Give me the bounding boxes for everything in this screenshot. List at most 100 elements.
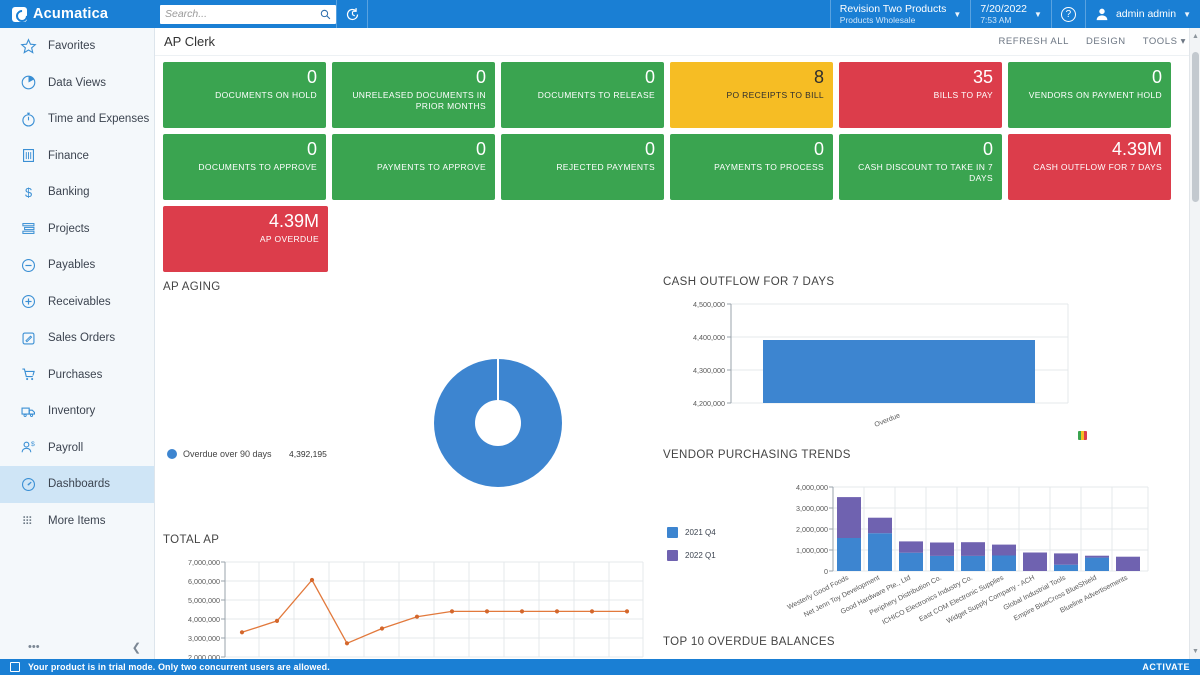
sidebar-item-banking[interactable]: $ Banking	[0, 174, 154, 211]
page-title: AP Clerk	[164, 34, 215, 49]
clock-refresh-icon	[345, 7, 360, 22]
kpi-tile-documents-to-release[interactable]: 0 DOCUMENTS TO RELEASE	[501, 62, 664, 128]
sidebar-item-label: Inventory	[48, 405, 95, 417]
sidebar-item-label: Data Views	[48, 77, 106, 89]
y-tick-label: 3,000,000	[796, 504, 828, 513]
bar-group-east-com-electronic[interactable]	[992, 545, 1016, 571]
bar-overdue[interactable]	[763, 340, 1035, 403]
scroll-up-icon[interactable]: ▲	[1190, 30, 1200, 42]
company-name: Revision Two Products	[840, 3, 947, 15]
kpi-tile-payments-to-process[interactable]: 0 PAYMENTS TO PROCESS	[670, 134, 833, 200]
ap-aging-chart[interactable]: Overdue over 90 days 4,392,195	[163, 293, 663, 518]
kpi-label: UNRELEASED DOCUMENTS IN PRIOR MONTHS	[341, 90, 486, 112]
kpi-label: BILLS TO PAY	[848, 90, 993, 101]
sidebar-item-time-and-expenses[interactable]: Time and Expenses	[0, 101, 154, 138]
sidebar-item-inventory[interactable]: Inventory	[0, 393, 154, 430]
refresh-all-button[interactable]: REFRESH ALL	[998, 36, 1068, 47]
cash-outflow-chart[interactable]: 4,500,000 4,400,000 4,300,000 4,200,000 …	[663, 296, 1078, 441]
sidebar-item-receivables[interactable]: Receivables	[0, 284, 154, 321]
bar-group-net-jenn-toy-development[interactable]	[868, 518, 892, 571]
help-button[interactable]: ?	[1052, 0, 1085, 28]
legend-swatch	[667, 527, 678, 538]
y-tick-label: 6,000,000	[188, 577, 220, 586]
sidebar-item-sales-orders[interactable]: Sales Orders	[0, 320, 154, 357]
page-toolbar: REFRESH ALL DESIGN TOOLS ▾	[998, 36, 1186, 47]
scrollbar-thumb[interactable]	[1192, 52, 1199, 202]
layers-icon	[20, 220, 37, 237]
bar-group-ichico-electronics[interactable]	[961, 542, 985, 571]
bar-group-widget-supply-company[interactable]	[1023, 553, 1047, 572]
kpi-value: 0	[510, 66, 655, 89]
bar-group-global-industrial-tools[interactable]	[1054, 553, 1078, 571]
donut-chart[interactable]	[434, 359, 562, 487]
kpi-tile-unreleased-documents-prior-months[interactable]: 0 UNRELEASED DOCUMENTS IN PRIOR MONTHS	[332, 62, 495, 128]
search-input[interactable]	[165, 8, 320, 20]
y-tick-label: 1,000,000	[796, 546, 828, 555]
sidebar-item-purchases[interactable]: Purchases	[0, 357, 154, 394]
bar-group-good-hardware[interactable]	[899, 541, 923, 571]
kpi-tile-bills-to-pay[interactable]: 35 BILLS TO PAY	[839, 62, 1002, 128]
legend-label: 2022 Q1	[685, 551, 716, 560]
design-button[interactable]: DESIGN	[1086, 36, 1126, 47]
widget-title: CASH OUTFLOW FOR 7 DAYS	[663, 276, 1093, 288]
sidebar-item-favorites[interactable]: Favorites	[0, 28, 154, 65]
sidebar-item-label: Banking	[48, 186, 90, 198]
bar-group-westerly-good-foods[interactable]	[837, 497, 861, 571]
chart-type-icon[interactable]	[1078, 431, 1087, 440]
company-selector[interactable]: Revision Two Products Products Wholesale…	[831, 0, 971, 28]
sidebar-item-payroll[interactable]: $ Payroll	[0, 430, 154, 467]
tools-menu-button[interactable]: TOOLS ▾	[1143, 36, 1186, 47]
sidebar-item-dashboards[interactable]: Dashboards	[0, 466, 154, 503]
divider	[367, 0, 368, 28]
kpi-label: PAYMENTS TO PROCESS	[679, 162, 824, 173]
kpi-tile-cash-discount-to-take-in-7-days[interactable]: 0 CASH DISCOUNT TO TAKE IN 7 DAYS	[839, 134, 1002, 200]
legend-entry-2021-q4[interactable]: 2021 Q4	[667, 527, 716, 538]
kpi-tile-vendors-on-payment-hold[interactable]: 0 VENDORS ON PAYMENT HOLD	[1008, 62, 1171, 128]
page-scrollbar[interactable]: ▲ ▼	[1189, 28, 1200, 659]
kpi-tile-documents-to-approve[interactable]: 0 DOCUMENTS TO APPROVE	[163, 134, 326, 200]
brand-logo-area[interactable]: Acumatica	[0, 0, 148, 28]
bar-group-periphery-distribution[interactable]	[930, 543, 954, 572]
sidebar-item-label: Dashboards	[48, 478, 110, 490]
y-tick-label: 2,000,000	[796, 525, 828, 534]
info-icon	[10, 662, 20, 672]
widget-title: TOTAL AP	[163, 534, 663, 546]
kpi-tile-rejected-payments[interactable]: 0 REJECTED PAYMENTS	[501, 134, 664, 200]
sidebar-item-projects[interactable]: Projects	[0, 211, 154, 248]
activate-button[interactable]: ACTIVATE	[1142, 662, 1190, 672]
kpi-tile-cash-outflow-for-7-days[interactable]: 4.39M CASH OUTFLOW FOR 7 DAYS	[1008, 134, 1171, 200]
vendor-trends-chart[interactable]: 4,000,000 3,000,000 2,000,000 1,000,000 …	[663, 475, 1183, 635]
user-icon	[1095, 7, 1109, 21]
sidebar-more-icon[interactable]: •••	[28, 641, 40, 653]
kpi-tile-ap-overdue[interactable]: 4.39M AP OVERDUE	[163, 206, 328, 272]
main-content: AP Clerk REFRESH ALL DESIGN TOOLS ▾ 0 DO…	[155, 28, 1200, 659]
kpi-tile-documents-on-hold[interactable]: 0 DOCUMENTS ON HOLD	[163, 62, 326, 128]
page-header: AP Clerk REFRESH ALL DESIGN TOOLS ▾	[155, 28, 1200, 56]
widget-vendor-trends: VENDOR PURCHASING TRENDS 2021 Q4 2022 Q1	[663, 449, 1183, 634]
person-dollar-icon: $	[20, 439, 37, 456]
chevron-down-icon: ▼	[1034, 10, 1042, 19]
sidebar-item-finance[interactable]: Finance	[0, 138, 154, 175]
legend-entry-2022-q1[interactable]: 2022 Q1	[667, 550, 716, 561]
kpi-value: 0	[172, 138, 317, 161]
total-ap-chart[interactable]: 7,000,000 6,000,000 5,000,000 4,000,000 …	[163, 554, 658, 659]
scroll-down-icon[interactable]: ▼	[1190, 645, 1200, 657]
kpi-tile-payments-to-approve[interactable]: 0 PAYMENTS TO APPROVE	[332, 134, 495, 200]
legend-swatch	[167, 449, 177, 459]
global-search[interactable]	[160, 5, 336, 24]
sidebar-item-data-views[interactable]: Data Views	[0, 65, 154, 102]
kpi-tile-po-receipts-to-bill[interactable]: 8 PO RECEIPTS TO BILL	[670, 62, 833, 128]
search-icon	[320, 9, 331, 20]
kpi-label: PAYMENTS TO APPROVE	[341, 162, 486, 173]
business-date-selector[interactable]: 7/20/2022 7:53 AM ▼	[971, 0, 1051, 28]
recent-history-button[interactable]	[337, 0, 367, 28]
kpi-value: 0	[848, 138, 993, 161]
kpi-value: 35	[848, 66, 993, 89]
kpi-label: AP OVERDUE	[172, 234, 319, 245]
bar-group-blueline-advertisements[interactable]	[1116, 557, 1140, 571]
sidebar-collapse-icon[interactable]: ❮	[132, 641, 141, 654]
user-menu[interactable]: admin admin ▼	[1086, 0, 1200, 28]
bar-group-empire-bluecross-blueshield[interactable]	[1085, 556, 1109, 571]
sidebar-item-payables[interactable]: Payables	[0, 247, 154, 284]
sidebar-item-more-items[interactable]: More Items	[0, 503, 154, 540]
